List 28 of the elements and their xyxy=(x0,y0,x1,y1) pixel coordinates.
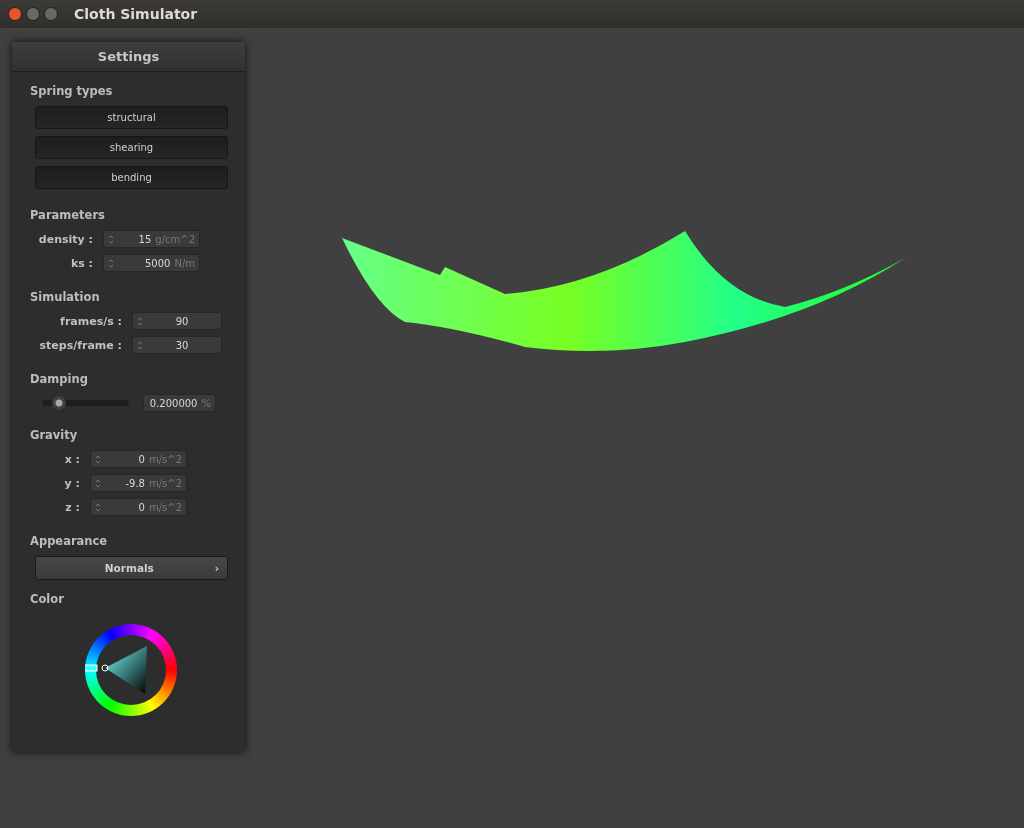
dropdown[interactable]: Normals › xyxy=(35,556,228,580)
section-title: Parameters xyxy=(30,207,106,224)
toggle-button[interactable]: bending xyxy=(35,166,228,189)
section-title: Appearance xyxy=(30,533,109,550)
section-title: Gravity xyxy=(30,427,79,444)
number-field[interactable]: 0.200000 % xyxy=(143,394,216,412)
number-field[interactable]: 5000 N/m xyxy=(103,254,200,272)
toggle-button[interactable]: shearing xyxy=(35,136,228,159)
number-field[interactable]: -9.8 m/s^2 xyxy=(90,474,187,492)
window-title: Cloth Simulator xyxy=(74,6,198,22)
number-field[interactable]: 0 m/s^2 xyxy=(90,450,187,468)
toggle-button[interactable]: structural xyxy=(35,106,228,129)
section-title: Spring types xyxy=(30,83,114,100)
field-label: steps/frame : xyxy=(38,338,122,352)
section-title: Damping xyxy=(30,371,89,388)
field-label: density : xyxy=(37,232,93,246)
panel-title: Settings xyxy=(12,42,245,72)
number-field[interactable]: 0 m/s^2 xyxy=(90,498,187,516)
field-label: ks : xyxy=(69,256,93,270)
field-label: frames/s : xyxy=(59,314,122,328)
field-label: y : xyxy=(63,476,80,490)
section-title: Color xyxy=(30,591,65,608)
section-title: Simulation xyxy=(30,289,101,306)
number-field[interactable]: 30 xyxy=(132,336,222,354)
field-label: z : xyxy=(64,500,80,514)
number-field[interactable]: 90 xyxy=(132,312,222,330)
number-field[interactable]: 15 g/cm^2 xyxy=(103,230,200,248)
field-label: x : xyxy=(63,452,80,466)
